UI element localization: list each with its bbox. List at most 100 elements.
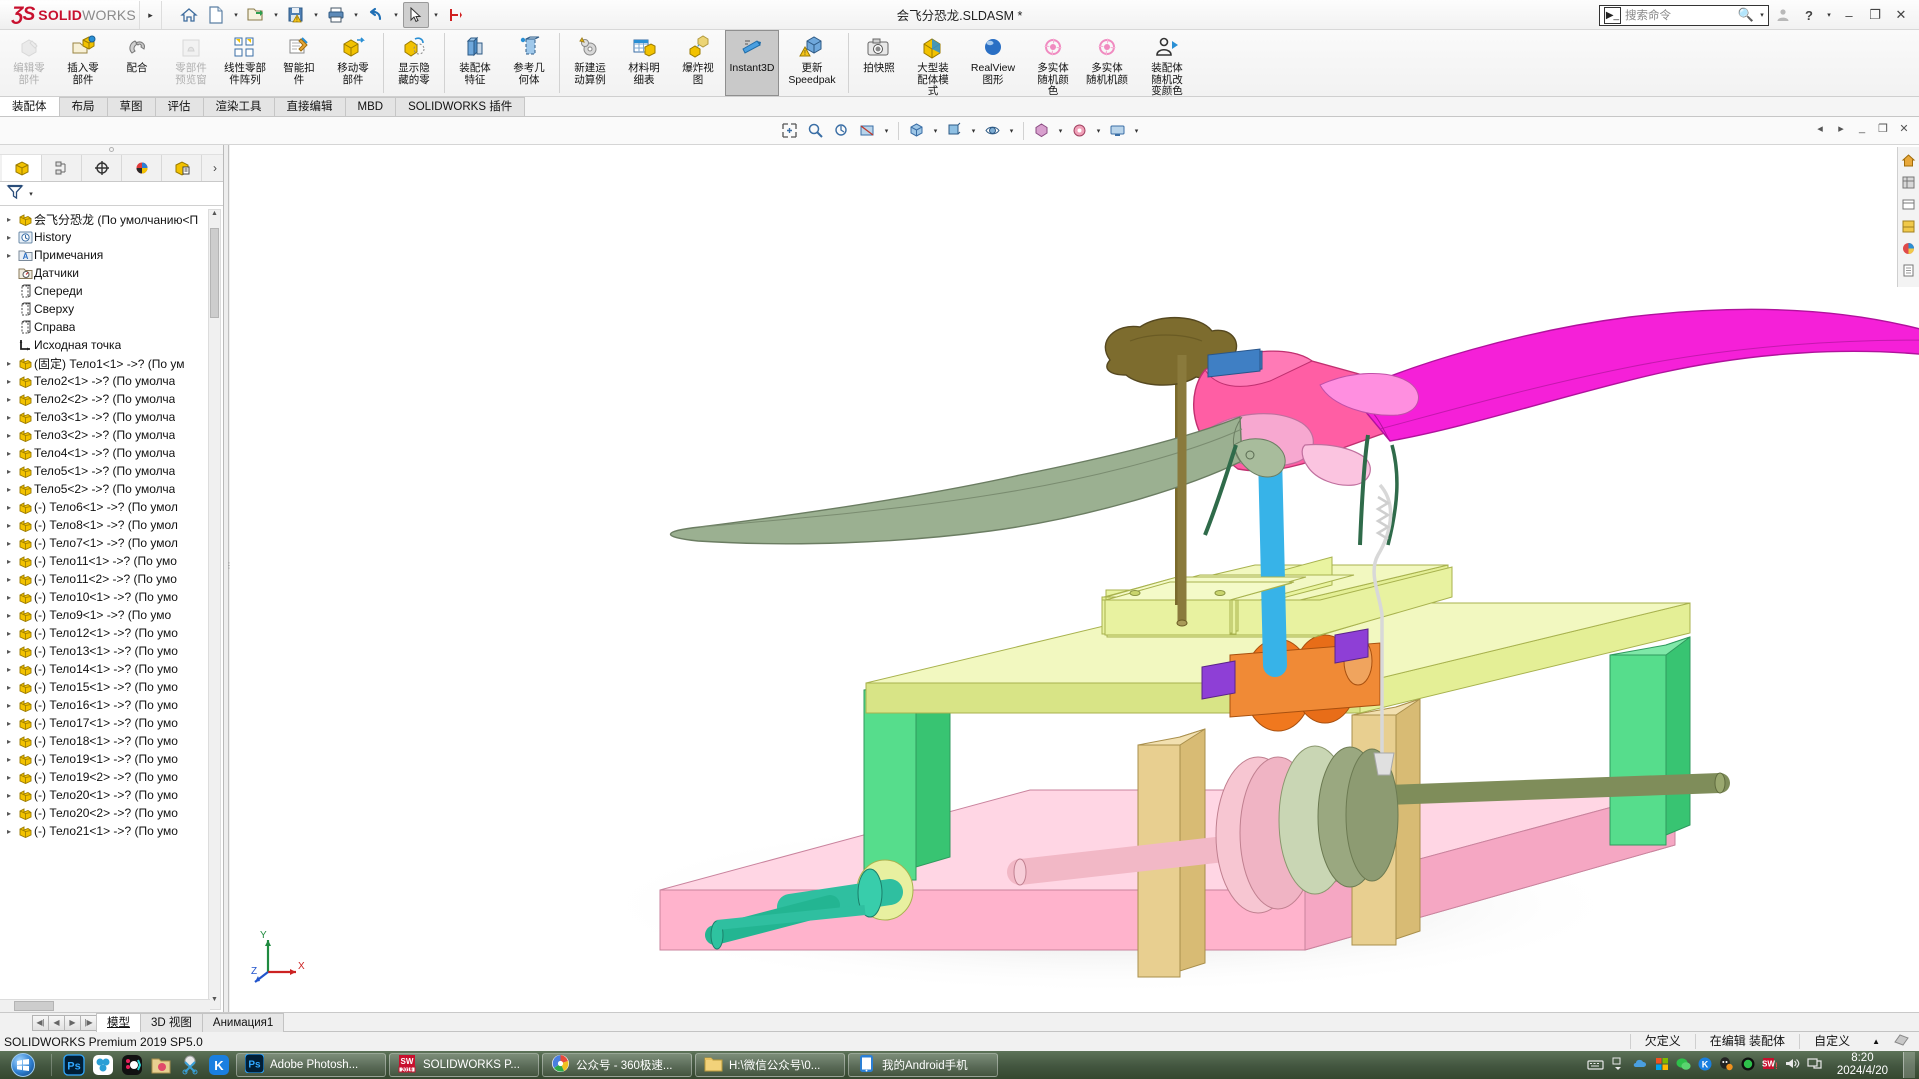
undo-dropdown-icon[interactable]: ▾	[390, 11, 402, 19]
taskbar-task[interactable]: H:\微信公众号\0...	[695, 1053, 845, 1077]
status-overlay-icon[interactable]	[1888, 1033, 1915, 1050]
tree-expand-icon[interactable]: ▸	[2, 647, 16, 656]
multibody-random-color-button[interactable]: 多实体 随机颜色	[1026, 30, 1080, 97]
tree-item[interactable]: ▸ (-) Тело11<1> ->? (По умо	[0, 552, 223, 570]
tree-expand-icon[interactable]: ▸	[2, 593, 16, 602]
qq-tray-icon[interactable]	[1719, 1056, 1734, 1074]
tab-7[interactable]: SOLIDWORKS 插件	[395, 97, 526, 116]
tree-expand-icon[interactable]: ▸	[2, 395, 16, 404]
doc-close-button[interactable]: ✕	[1895, 119, 1913, 137]
tree-item[interactable]: ▸ (-) Тело15<1> ->? (По умо	[0, 678, 223, 696]
tree-item[interactable]: ▸ (-) Тело20<2> ->? (По умо	[0, 804, 223, 822]
filter-dropdown-icon[interactable]: ▾	[26, 190, 36, 198]
windows-tray-icon[interactable]	[1655, 1057, 1669, 1074]
search-dropdown-icon[interactable]: ▾	[1756, 11, 1768, 19]
apply-scene-dropdown-icon[interactable]: ▾	[1094, 127, 1104, 135]
tree-item[interactable]: Сверху	[0, 300, 223, 318]
tree-expand-icon[interactable]: ▸	[2, 719, 16, 728]
assembly-features-button[interactable]: 装配体 特征	[448, 30, 502, 96]
tree-expand-icon[interactable]: ▸	[2, 233, 16, 242]
document-tab-1[interactable]: 3D 视图	[140, 1013, 203, 1032]
tree-expand-icon[interactable]: ▸	[2, 773, 16, 782]
new-motion-study-button[interactable]: 新建运 动算例	[563, 30, 617, 96]
tree-root-assembly[interactable]: ▸ 会飞分恐龙 (По умолчанию<П	[0, 210, 223, 228]
show-hidden-components-button[interactable]: 显示隐 藏的零	[387, 30, 441, 96]
select-dropdown-icon[interactable]: ▾	[430, 11, 442, 19]
apply-scene-icon[interactable]	[1068, 120, 1092, 142]
folder-quick-icon[interactable]	[148, 1053, 174, 1077]
tree-item[interactable]: ▸ (-) Тело8<1> ->? (По умол	[0, 516, 223, 534]
tree-item[interactable]: ▸ History	[0, 228, 223, 246]
tree-item[interactable]: Справа	[0, 318, 223, 336]
snapshot-button[interactable]: 拍快照	[852, 30, 906, 96]
instant3d-button[interactable]: Instant3D	[725, 30, 779, 96]
tree-expand-icon[interactable]: ▸	[2, 431, 16, 440]
tree-expand-icon[interactable]: ▸	[2, 791, 16, 800]
photoshop-quick-icon[interactable]: Ps	[61, 1053, 87, 1077]
view-settings-icon[interactable]	[1106, 120, 1130, 142]
new-document-dropdown-icon[interactable]: ▾	[230, 11, 242, 19]
help-dropdown-icon[interactable]: ▾	[1823, 11, 1835, 19]
insert-component-button[interactable]: 插入零 部件	[56, 30, 110, 96]
display-style-dropdown-icon[interactable]: ▾	[969, 127, 979, 135]
tree-item[interactable]: ▸ (-) Тело12<1> ->? (По умо	[0, 624, 223, 642]
tree-expand-icon[interactable]: ▸	[2, 575, 16, 584]
kingsoft-quick-icon[interactable]: K	[206, 1053, 232, 1077]
smart-fastener-button[interactable]: 智能扣件	[272, 30, 326, 96]
tree-item[interactable]: ▸ Тело2<2> ->? (По умолча	[0, 390, 223, 408]
display-manager-tab[interactable]	[122, 155, 162, 181]
tree-item[interactable]: Датчики	[0, 264, 223, 282]
taskbar-task[interactable]: Ps Adobe Photosh...	[236, 1053, 386, 1077]
rebuild-icon[interactable]	[443, 2, 469, 28]
home-dock-icon[interactable]	[1899, 151, 1918, 170]
zoom-to-fit-icon[interactable]	[778, 120, 802, 142]
tree-expand-icon[interactable]: ▸	[2, 539, 16, 548]
taskbar-task[interactable]: 公众号 - 360极速...	[542, 1053, 692, 1077]
hide-show-items-icon[interactable]	[981, 120, 1005, 142]
appearances-dock-icon[interactable]	[1899, 239, 1918, 258]
doc-restore-button[interactable]: ❐	[1874, 119, 1892, 137]
tab-3[interactable]: 评估	[154, 97, 204, 116]
tree-item[interactable]: ▸ Тело5<2> ->? (По умолча	[0, 480, 223, 498]
browser-quick-icon[interactable]	[90, 1053, 116, 1077]
view-settings-dropdown-icon[interactable]: ▾	[1132, 127, 1142, 135]
help-icon[interactable]: ?	[1797, 3, 1821, 27]
solidworks-tray-icon[interactable]: SW!	[1762, 1057, 1778, 1074]
hide-show-items-dropdown-icon[interactable]: ▾	[1007, 127, 1017, 135]
tree-item[interactable]: ▸ Тело2<1> ->? (По умолча	[0, 372, 223, 390]
tree-item[interactable]: ▸ (-) Тело19<2> ->? (По умо	[0, 768, 223, 786]
configuration-manager-tab[interactable]	[82, 155, 122, 181]
feature-tree-scrollbar[interactable]: ▲ ▼	[208, 209, 221, 1010]
edit-appearance-dropdown-icon[interactable]: ▾	[1056, 127, 1066, 135]
user-account-icon[interactable]	[1771, 3, 1795, 27]
show-desktop-button[interactable]	[1903, 1052, 1915, 1078]
tree-expand-icon[interactable]: ▸	[2, 737, 16, 746]
tree-item[interactable]: ▸ Тело3<2> ->? (По умолча	[0, 426, 223, 444]
status-caret-icon[interactable]: ▲	[1864, 1034, 1888, 1049]
taskbar-task[interactable]: 我的Android手机	[848, 1053, 998, 1077]
open-document-dropdown-icon[interactable]: ▾	[270, 11, 282, 19]
status-custom[interactable]: 自定义	[1799, 1034, 1864, 1049]
minimize-button[interactable]: –	[1837, 3, 1861, 27]
search-icon[interactable]: 🔍	[1738, 7, 1754, 23]
tree-expand-icon[interactable]: ▸	[2, 557, 16, 566]
feature-manager-tab[interactable]	[2, 155, 42, 181]
tab-prev-icon[interactable]: ◀	[48, 1014, 65, 1031]
tree-expand-icon[interactable]: ▸	[2, 611, 16, 620]
wechat-tray-icon[interactable]	[1676, 1057, 1691, 1074]
model-viewport[interactable]: ✚	[230, 145, 1919, 1012]
tree-expand-icon[interactable]: ▸	[2, 467, 16, 476]
realview-graphics-button[interactable]: RealView 图形	[960, 30, 1026, 96]
tree-expand-icon[interactable]: ▸	[2, 485, 16, 494]
tab-6[interactable]: MBD	[344, 97, 397, 116]
graphics-area[interactable]: ✚ Y X Z	[230, 145, 1919, 1012]
exploded-view-button[interactable]: 爆炸视图	[671, 30, 725, 96]
keyboard-tray-icon[interactable]	[1587, 1058, 1604, 1073]
tree-expand-icon[interactable]: ▸	[2, 827, 16, 836]
multibody-random-color-2-button[interactable]: 多实体 随机机颜	[1080, 30, 1134, 96]
home-icon[interactable]	[176, 2, 202, 28]
dimxpert-manager-tab[interactable]	[162, 155, 202, 181]
panel-grip-handle[interactable]	[0, 145, 223, 155]
print-dropdown-icon[interactable]: ▾	[350, 11, 362, 19]
tree-item[interactable]: ▸ (-) Тело17<1> ->? (По умо	[0, 714, 223, 732]
